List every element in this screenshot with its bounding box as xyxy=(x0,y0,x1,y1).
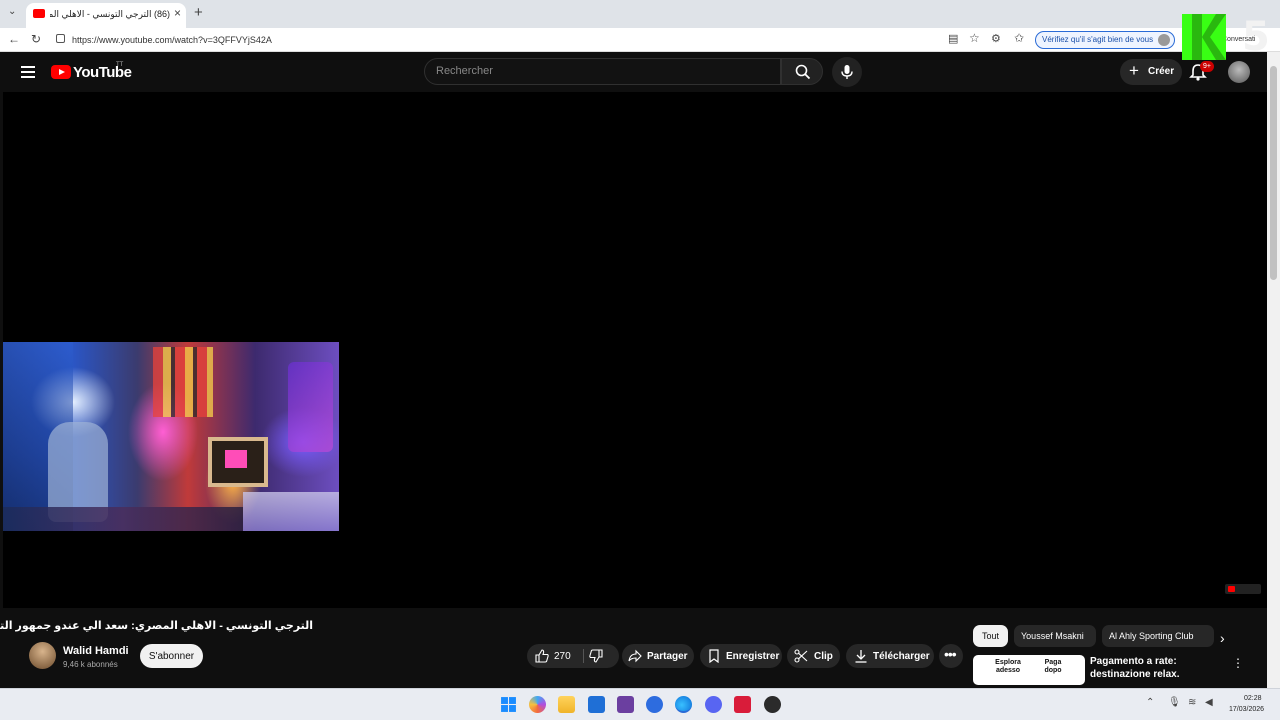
clip-button[interactable]: Clip xyxy=(787,644,840,668)
verify-identity-label: Vérifiez qu'il s'agit bien de vous xyxy=(1042,35,1154,44)
subscribe-label: S'abonner xyxy=(148,651,195,662)
clip-label: Clip xyxy=(814,651,833,662)
download-icon xyxy=(855,650,867,663)
chevron-right-icon[interactable]: › xyxy=(1220,630,1225,646)
thumb-text-explore: Esplora adesso xyxy=(995,659,1021,674)
youtube-header: YouTube TT Rechercher + Créer 9+ xyxy=(3,52,1267,92)
channel-k5-logo: 5 xyxy=(1180,10,1270,62)
more-vertical-icon[interactable]: ⋮ xyxy=(1232,656,1244,670)
scissors-icon xyxy=(794,649,808,663)
discord-icon[interactable] xyxy=(705,696,722,713)
tab-list-icon[interactable]: ⌄ xyxy=(8,6,16,17)
tray-chevron-icon[interactable]: ⌃ xyxy=(1146,697,1154,708)
youtube-watermark-icon[interactable] xyxy=(1225,584,1261,594)
k5-logo-number: 5 xyxy=(1242,14,1270,60)
video-player[interactable] xyxy=(3,92,1267,608)
chip-youssef-msakni[interactable]: Youssef Msakni xyxy=(1014,625,1096,647)
obs-icon[interactable] xyxy=(764,696,781,713)
search-button[interactable] xyxy=(781,58,823,85)
settings-app-icon[interactable] xyxy=(646,696,663,713)
search-icon xyxy=(795,64,811,80)
download-button[interactable]: Télécharger xyxy=(846,644,934,668)
url-text: https://www.youtube.com/watch?v=3QFFVYjS… xyxy=(72,35,272,45)
tab-title: (86) الترجي التونسي - الاهلي المصري xyxy=(50,9,170,19)
verify-identity-button[interactable]: Vérifiez qu'il s'agit bien de vous xyxy=(1035,31,1175,49)
menu-icon[interactable] xyxy=(21,66,35,78)
clock-date[interactable]: 17/03/2026 xyxy=(1229,706,1264,713)
vivaldi-icon[interactable] xyxy=(734,696,751,713)
account-avatar[interactable] xyxy=(1228,61,1250,83)
chip-all[interactable]: Tout xyxy=(973,625,1008,647)
download-label: Télécharger xyxy=(873,651,930,662)
thumbs-up-icon xyxy=(535,649,549,663)
clock-time[interactable]: 02:28 xyxy=(1244,695,1262,702)
edge-icon[interactable] xyxy=(675,696,692,713)
site-info-icon[interactable] xyxy=(56,34,65,43)
webcam-overlay-image xyxy=(3,342,339,531)
like-count: 270 xyxy=(554,651,571,662)
channel-name[interactable]: Walid Hamdi xyxy=(63,645,129,657)
windows-start-icon[interactable] xyxy=(500,696,517,713)
like-button[interactable]: 270 xyxy=(527,644,582,668)
voice-search-button[interactable] xyxy=(832,57,862,87)
profile-icon xyxy=(1158,34,1170,46)
windows-taskbar: ⌃ 🎙 ≋ ◀ 02:28 17/03/2026 xyxy=(0,688,1280,720)
more-horizontal-icon: ••• xyxy=(944,646,957,662)
chip-al-ahly[interactable]: Al Ahly Sporting Club xyxy=(1102,625,1214,647)
tab-close-icon[interactable]: × xyxy=(174,6,181,20)
store-icon[interactable] xyxy=(588,696,605,713)
notification-badge: 9+ xyxy=(1200,61,1214,72)
new-tab-icon[interactable]: + xyxy=(194,4,203,21)
search-placeholder: Rechercher xyxy=(436,65,493,77)
browser-address-bar: ← ↻ https://www.youtube.com/watch?v=3QFF… xyxy=(0,28,1280,52)
share-icon xyxy=(628,649,642,663)
save-button[interactable]: Enregistrer xyxy=(700,644,782,668)
subscribe-button[interactable]: S'abonner xyxy=(140,644,203,668)
chip-label: Al Ahly Sporting Club xyxy=(1109,631,1194,641)
wifi-icon[interactable]: ≋ xyxy=(1188,697,1196,708)
scrollbar-thumb[interactable] xyxy=(1270,66,1277,280)
browser-tab[interactable]: (86) الترجي التونسي - الاهلي المصري × xyxy=(26,3,186,28)
dislike-button[interactable] xyxy=(585,644,619,668)
save-label: Enregistrer xyxy=(726,651,780,662)
recommendation-thumbnail[interactable]: Esplora adesso Paga dopo xyxy=(973,655,1085,685)
proton-icon[interactable] xyxy=(617,696,634,713)
more-actions-button[interactable]: ••• xyxy=(939,644,963,668)
recommendation-title[interactable]: Pagamento a rate: destinazione relax. xyxy=(1090,655,1225,681)
like-dislike-group: 270 xyxy=(527,644,619,668)
thumb-text-pay-later: Paga dopo xyxy=(1044,659,1062,674)
search-input[interactable]: Rechercher xyxy=(424,58,781,85)
video-title: الترجي التونسي - الاهلي المصري: سعد الي … xyxy=(0,620,313,632)
share-label: Partager xyxy=(647,651,688,662)
back-icon[interactable]: ← xyxy=(8,32,20,46)
country-code: TT xyxy=(116,62,124,68)
page-scrollbar[interactable] xyxy=(1267,52,1280,688)
youtube-logo-icon[interactable] xyxy=(51,65,71,79)
like-divider xyxy=(583,649,584,663)
reload-icon[interactable]: ↻ xyxy=(31,32,41,46)
thumbs-down-icon xyxy=(589,649,603,663)
volume-icon[interactable]: ◀ xyxy=(1205,697,1213,708)
share-button[interactable]: Partager xyxy=(622,644,694,668)
microphone-icon xyxy=(841,65,853,79)
create-button[interactable]: + Créer xyxy=(1120,59,1182,85)
channel-avatar[interactable] xyxy=(29,642,56,669)
extension-icon[interactable]: ☆ xyxy=(969,31,980,45)
file-explorer-icon[interactable] xyxy=(558,696,575,713)
create-label: Créer xyxy=(1148,66,1175,77)
plus-icon: + xyxy=(1129,61,1139,80)
reader-view-icon[interactable]: ▤ xyxy=(948,32,958,45)
chip-label: Tout xyxy=(982,631,1000,641)
channel-subscriber-count: 9,46 k abonnés xyxy=(63,660,118,669)
youtube-favicon-icon xyxy=(33,9,45,18)
browser-tab-bar: ⌄ (86) الترجي التونسي - الاهلي المصري × … xyxy=(0,0,1280,28)
favorites-icon[interactable]: ✩ xyxy=(1014,31,1024,45)
tray-mic-icon[interactable]: 🎙 xyxy=(1168,697,1181,708)
url-field[interactable]: https://www.youtube.com/watch?v=3QFFVYjS… xyxy=(50,30,950,50)
chip-label: Youssef Msakni xyxy=(1021,631,1084,641)
tracking-icon[interactable]: ⚙ xyxy=(991,32,1001,45)
copilot-icon[interactable] xyxy=(529,696,546,713)
bookmark-icon xyxy=(709,649,719,663)
